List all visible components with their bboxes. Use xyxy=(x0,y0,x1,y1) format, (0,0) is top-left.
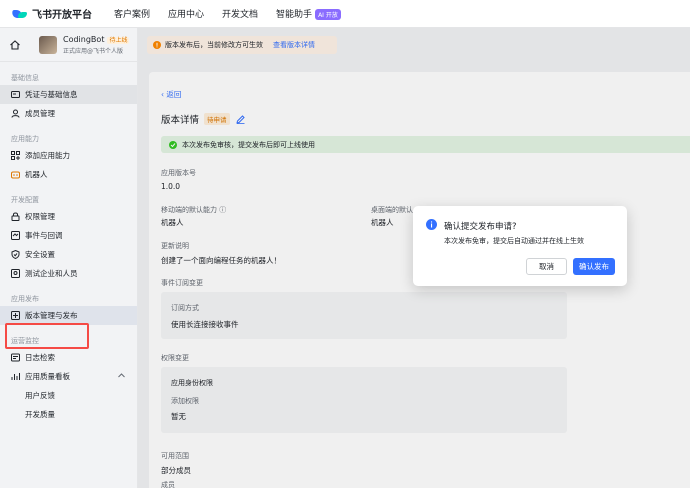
group-title-capabilities: 应用能力 xyxy=(11,135,39,143)
dialog-body: 本次发布免审，提交后自动通过并在线上生效 xyxy=(444,237,584,245)
sidebar-item-label: 安全设置 xyxy=(25,250,55,259)
app-header: CodingBot 待上线 正式应用@飞书个人版 xyxy=(0,28,137,62)
nav-link-app-center[interactable]: 应用中心 xyxy=(168,7,204,20)
sidebar-item-members[interactable]: 成员管理 xyxy=(0,104,137,123)
lock-icon xyxy=(11,212,20,221)
sidebar-item-label: 测试企业和人员 xyxy=(25,269,78,278)
user-icon xyxy=(11,109,20,118)
nav-link-cases[interactable]: 客户案例 xyxy=(114,7,150,20)
sidebar: CodingBot 待上线 正式应用@飞书个人版 基础信息 凭证与基础信息 成员管… xyxy=(0,28,138,488)
confirm-publish-button[interactable]: 确认发布 xyxy=(573,258,615,275)
sidebar-item-label: 事件与回调 xyxy=(25,231,63,240)
feishu-logo-icon xyxy=(12,8,28,20)
group-title-dev-config: 开发配置 xyxy=(11,196,39,204)
event-icon xyxy=(11,231,20,240)
top-navbar: 飞书开放平台 客户案例 应用中心 开发文档 智能助手 AI 开放 xyxy=(0,0,690,28)
info-icon xyxy=(426,219,437,230)
sidebar-subitem-dev-quality[interactable]: 开发质量 xyxy=(0,405,137,424)
sidebar-item-log-search[interactable]: 日志检索 xyxy=(0,348,137,367)
group-title-basic: 基础信息 xyxy=(11,74,39,82)
nav-link-ai-label: 智能助手 xyxy=(276,10,313,20)
ai-badge: AI 开放 xyxy=(315,9,341,20)
sidebar-item-label: 权限管理 xyxy=(25,212,55,221)
app-status-badge: 待上线 xyxy=(107,36,130,44)
sidebar-item-test-org[interactable]: 测试企业和人员 xyxy=(0,264,137,283)
sidebar-item-label: 机器人 xyxy=(25,170,48,179)
shield-icon xyxy=(11,250,20,259)
dashboard-icon xyxy=(11,373,20,380)
app-name: CodingBot xyxy=(63,34,105,44)
app-avatar xyxy=(39,35,57,54)
sidebar-item-credentials[interactable]: 凭证与基础信息 xyxy=(0,85,137,104)
sidebar-item-permissions[interactable]: 权限管理 xyxy=(0,207,137,226)
credentials-icon xyxy=(11,91,20,98)
home-icon[interactable] xyxy=(9,39,21,51)
sidebar-item-label: 成员管理 xyxy=(25,109,55,118)
app-info[interactable]: CodingBot 待上线 正式应用@飞书个人版 xyxy=(63,34,130,55)
sidebar-item-add-capability[interactable]: 添加应用能力 xyxy=(0,146,137,165)
platform-name: 飞书开放平台 xyxy=(32,10,92,21)
sidebar-item-quality-board[interactable]: 应用质量看板 xyxy=(0,367,137,386)
log-icon xyxy=(11,353,20,362)
nav-link-docs[interactable]: 开发文档 xyxy=(222,7,258,20)
bot-icon xyxy=(11,171,20,179)
group-title-release: 应用发布 xyxy=(11,295,39,303)
sidebar-item-label: 凭证与基础信息 xyxy=(25,90,78,99)
cancel-button[interactable]: 取消 xyxy=(526,258,567,275)
chevron-up-icon[interactable] xyxy=(118,373,125,378)
sidebar-item-label: 应用质量看板 xyxy=(25,372,70,381)
sidebar-item-bot[interactable]: 机器人 xyxy=(0,165,137,184)
sidebar-subitem-feedback[interactable]: 用户反馈 xyxy=(0,386,137,405)
confirm-publish-dialog: 确认提交发布申请? 本次发布免审，提交后自动通过并在线上生效 取消 确认发布 xyxy=(413,206,627,286)
app-subtitle: 正式应用@飞书个人版 xyxy=(63,47,124,55)
highlight-annotation-box xyxy=(5,323,89,349)
dialog-title: 确认提交发布申请? xyxy=(444,222,517,232)
nav-link-ai-assistant[interactable]: 智能助手 AI 开放 xyxy=(276,7,341,20)
test-org-icon xyxy=(11,269,20,278)
sidebar-item-events[interactable]: 事件与回调 xyxy=(0,226,137,245)
sidebar-item-label: 日志检索 xyxy=(25,353,55,362)
version-icon xyxy=(11,311,20,320)
platform-logo[interactable]: 飞书开放平台 xyxy=(12,6,92,21)
grid-add-icon xyxy=(11,151,20,160)
sidebar-item-label: 版本管理与发布 xyxy=(25,311,78,320)
sidebar-item-label: 添加应用能力 xyxy=(25,151,70,160)
sidebar-item-security[interactable]: 安全设置 xyxy=(0,245,137,264)
